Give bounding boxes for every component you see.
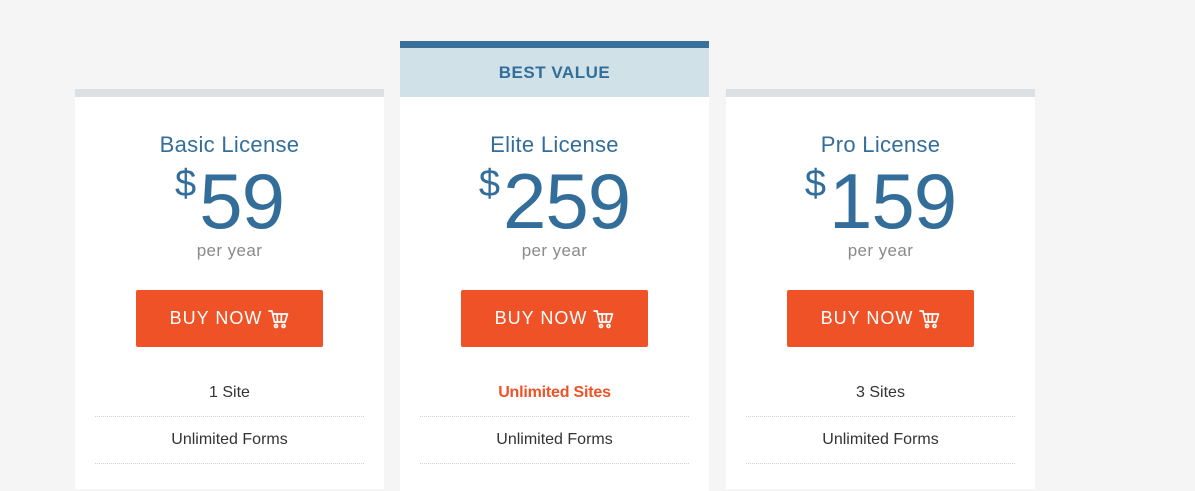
shopping-cart-icon: [268, 309, 289, 328]
price-amount: 259: [503, 157, 631, 245]
currency-symbol: $: [804, 163, 826, 205]
plan-price: $ 59: [75, 161, 384, 241]
buy-now-label: BUY NOW: [494, 308, 588, 328]
pricing-card-basic: Basic License $ 59 per year BUY NOW 1 Si…: [75, 89, 384, 489]
feature-item: Unlimited Forms: [95, 417, 364, 464]
feature-item-highlight: Unlimited Sites: [420, 370, 689, 417]
plan-title: Elite License: [490, 132, 619, 157]
currency-symbol: $: [478, 163, 500, 205]
plan-title: Pro License: [820, 132, 941, 157]
billing-period: per year: [521, 241, 588, 260]
feature-list: 3 Sites Unlimited Forms: [746, 370, 1015, 464]
feature-item: Unlimited Forms: [746, 417, 1015, 464]
buy-now-button[interactable]: BUY NOW: [461, 290, 648, 347]
price-amount: 159: [829, 157, 957, 245]
card-body: Basic License $ 59 per year BUY NOW 1 Si…: [75, 97, 384, 464]
feature-item: Unlimited Forms: [420, 417, 689, 464]
feature-list: 1 Site Unlimited Forms: [95, 370, 364, 464]
feature-item: 1 Site: [95, 370, 364, 417]
card-body: Elite License $ 259 per year BUY NOW Unl…: [400, 97, 709, 464]
shopping-cart-icon: [919, 309, 940, 328]
buy-now-label: BUY NOW: [169, 308, 263, 328]
billing-period: per year: [847, 241, 914, 260]
currency-symbol: $: [175, 163, 197, 205]
plan-price: $ 159: [726, 161, 1035, 241]
card-body: Pro License $ 159 per year BUY NOW 3 Sit…: [726, 97, 1035, 464]
best-value-ribbon: BEST VALUE: [400, 48, 709, 97]
pricing-card-pro: Pro License $ 159 per year BUY NOW 3 Sit…: [726, 89, 1035, 489]
plan-price: $ 259: [400, 161, 709, 241]
feature-item: 3 Sites: [746, 370, 1015, 417]
buy-now-button[interactable]: BUY NOW: [136, 290, 323, 347]
billing-period: per year: [196, 241, 263, 260]
buy-now-button[interactable]: BUY NOW: [787, 290, 974, 347]
shopping-cart-icon: [593, 309, 614, 328]
plan-title: Basic License: [159, 132, 300, 157]
price-amount: 59: [199, 157, 285, 245]
buy-now-label: BUY NOW: [820, 308, 914, 328]
feature-list: Unlimited Sites Unlimited Forms: [420, 370, 689, 464]
pricing-card-elite: BEST VALUE Elite License $ 259 per year …: [400, 41, 709, 491]
